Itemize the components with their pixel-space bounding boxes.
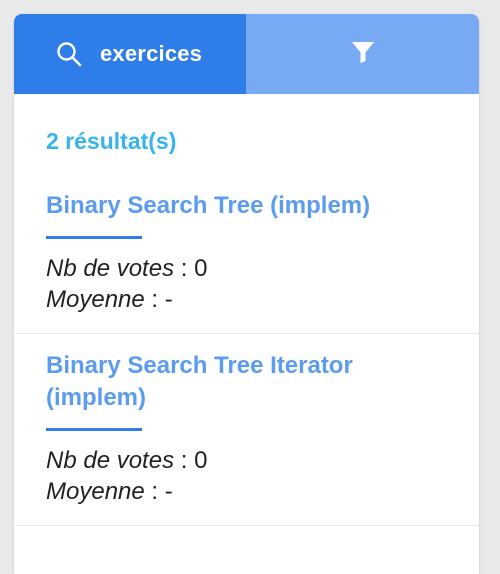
votes-line: Nb de votes : 0 <box>46 253 447 284</box>
average-line: Moyenne : - <box>46 476 447 507</box>
result-title-link[interactable]: Binary Search Tree Iterator (implem) <box>46 350 447 414</box>
title-underline <box>46 236 142 239</box>
votes-label: Nb de votes <box>46 447 175 474</box>
filter-button[interactable] <box>246 14 479 94</box>
votes-value: : 0 <box>180 255 208 282</box>
topbar: exercices <box>14 14 479 94</box>
result-count: 2 résultat(s) <box>46 128 177 154</box>
result-list: Binary Search Tree (implem) Nb de votes … <box>14 176 479 526</box>
votes-value: : 0 <box>180 447 208 474</box>
average-value: : - <box>151 478 173 505</box>
result-title-link[interactable]: Binary Search Tree (implem) <box>46 190 447 222</box>
average-value: : - <box>151 286 173 313</box>
title-underline <box>46 428 142 431</box>
votes-line: Nb de votes : 0 <box>46 445 447 476</box>
average-line: Moyenne : - <box>46 284 447 315</box>
votes-label: Nb de votes <box>46 255 175 282</box>
average-label: Moyenne <box>46 286 145 313</box>
filter-icon <box>351 40 375 69</box>
list-item: Binary Search Tree (implem) Nb de votes … <box>14 176 479 334</box>
search-icon <box>56 41 82 67</box>
search-query: exercices <box>100 41 203 66</box>
results-panel: exercices 2 résultat(s) Binary Search Tr… <box>14 14 479 574</box>
list-item: Binary Search Tree Iterator (implem) Nb … <box>14 334 479 526</box>
search-tab[interactable]: exercices <box>14 14 246 94</box>
average-label: Moyenne <box>46 478 145 505</box>
